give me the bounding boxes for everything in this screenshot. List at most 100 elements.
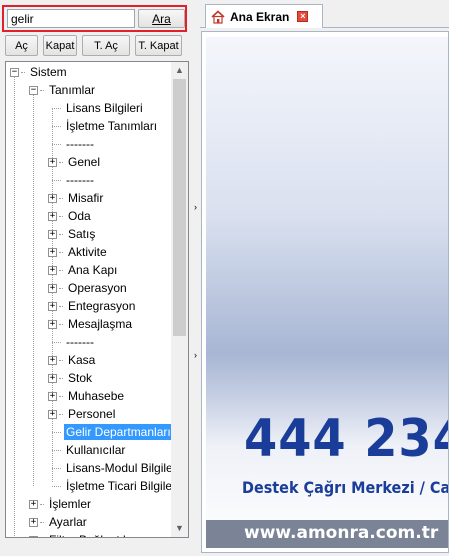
tree-connector bbox=[21, 71, 25, 73]
tree-item-label: ------- bbox=[66, 137, 94, 151]
tree-item-label: Operasyon bbox=[68, 281, 127, 295]
tree-item-label: Satış bbox=[68, 227, 96, 241]
tree-item[interactable]: + Satış bbox=[48, 225, 97, 243]
tree-connector bbox=[59, 161, 63, 163]
tree-item-label: Kasa bbox=[68, 353, 96, 367]
tree-item-label: Personel bbox=[68, 407, 116, 421]
splitter-arrow-icon[interactable]: › bbox=[191, 200, 200, 214]
support-phone: 444 2346 bbox=[244, 409, 448, 469]
expand-icon[interactable]: + bbox=[48, 247, 57, 257]
collapse-icon[interactable]: − bbox=[29, 85, 38, 95]
expand-icon[interactable]: + bbox=[48, 355, 57, 365]
tree-item[interactable]: + Mesajlaşma bbox=[48, 315, 134, 333]
tree-item-label: İşletme Tanımları bbox=[66, 119, 158, 133]
menu-tree[interactable]: − Sistem − Tanımlar Lisans Bilgileri İşletme … bbox=[5, 61, 189, 538]
expand-all-button[interactable]: T. Aç bbox=[82, 35, 130, 56]
tab-label: Ana Ekran bbox=[230, 9, 290, 24]
tree-connector bbox=[52, 467, 61, 469]
tree-item-label: Filtre Bağlantıları bbox=[47, 532, 142, 537]
tree-connector bbox=[59, 287, 63, 289]
tree-item[interactable]: + Genel bbox=[48, 153, 102, 171]
expand-icon[interactable]: + bbox=[48, 157, 57, 167]
tree-item[interactable]: İşletme Tanımları bbox=[48, 117, 159, 135]
tree-item[interactable]: ------- bbox=[48, 135, 96, 153]
tree-scrollbar[interactable]: ▲ ▼ bbox=[171, 62, 188, 537]
tree-connector bbox=[59, 413, 63, 415]
tree-connector bbox=[52, 143, 61, 145]
expand-button[interactable]: Aç bbox=[5, 35, 38, 56]
collapse-all-button[interactable]: T. Kapat bbox=[135, 35, 182, 56]
tree-item[interactable]: ------- bbox=[48, 333, 96, 351]
tree-connector bbox=[52, 485, 61, 487]
tree-item[interactable]: + Aktivite bbox=[48, 243, 109, 261]
tree-item[interactable]: Lisans Bilgileri bbox=[48, 99, 145, 117]
expand-icon[interactable]: + bbox=[48, 265, 57, 275]
tree-item[interactable]: Gelir Departmanları bbox=[48, 423, 171, 441]
tree-item[interactable]: + Muhasebe bbox=[48, 387, 126, 405]
tree-item[interactable]: ------- bbox=[48, 171, 96, 189]
tree-item[interactable]: + Personel bbox=[48, 405, 117, 423]
tab-ana-ekran[interactable]: Ana Ekran × bbox=[205, 4, 323, 28]
support-banner: 444 2346 Destek Çağrı Merkezi / Call Cen… bbox=[206, 37, 448, 548]
expand-icon[interactable]: + bbox=[29, 517, 38, 527]
tree-connector bbox=[52, 179, 61, 181]
tree-item[interactable]: + İşlemler bbox=[29, 495, 93, 513]
splitter-arrow-icon-2[interactable]: › bbox=[191, 348, 200, 362]
tree-item[interactable]: + Operasyon bbox=[48, 279, 129, 297]
tree-item[interactable]: + Ana Kapı bbox=[48, 261, 119, 279]
tree-connector bbox=[52, 107, 61, 109]
tree-item[interactable]: + Kasa bbox=[48, 351, 97, 369]
expand-icon[interactable]: + bbox=[48, 229, 57, 239]
expand-icon[interactable]: + bbox=[48, 301, 57, 311]
tree-item-label: Ayarlar bbox=[49, 515, 87, 529]
panel-splitter[interactable]: › › bbox=[191, 0, 200, 556]
expand-icon[interactable]: + bbox=[48, 283, 57, 293]
expand-icon[interactable]: + bbox=[48, 391, 57, 401]
tree-item[interactable]: + Stok bbox=[48, 369, 94, 387]
expand-icon[interactable]: + bbox=[48, 373, 57, 383]
expand-icon[interactable]: + bbox=[29, 535, 38, 537]
tree-connector bbox=[59, 305, 63, 307]
scroll-thumb[interactable] bbox=[173, 79, 186, 336]
tree-rows: − Sistem − Tanımlar Lisans Bilgileri İşletme … bbox=[6, 62, 171, 537]
tree-item[interactable]: Lisans-Modul Bilgileri bbox=[48, 459, 171, 477]
expand-icon[interactable]: + bbox=[48, 409, 57, 419]
search-bar: Ara bbox=[2, 5, 187, 32]
tree-item[interactable]: − Sistem bbox=[10, 63, 69, 81]
collapse-icon[interactable]: − bbox=[10, 67, 19, 77]
expand-icon[interactable]: + bbox=[48, 193, 57, 203]
support-tagline: Destek Çağrı Merkezi / Call Center bbox=[242, 478, 448, 497]
tree-item[interactable]: + Ayarlar bbox=[29, 513, 89, 531]
scroll-down-icon[interactable]: ▼ bbox=[171, 520, 188, 537]
close-icon[interactable]: × bbox=[297, 11, 309, 22]
expand-icon[interactable]: + bbox=[48, 211, 57, 221]
search-button[interactable]: Ara bbox=[138, 9, 185, 28]
search-input[interactable] bbox=[7, 9, 135, 28]
tree-item[interactable]: Kullanıcılar bbox=[48, 441, 127, 459]
collapse-button[interactable]: Kapat bbox=[43, 35, 77, 56]
home-icon bbox=[211, 9, 225, 24]
tree-connector bbox=[59, 377, 63, 379]
tree-item-label: Entegrasyon bbox=[68, 299, 136, 313]
expand-icon[interactable]: + bbox=[48, 319, 57, 329]
tree-item[interactable]: + Entegrasyon bbox=[48, 297, 137, 315]
tree-connector bbox=[52, 431, 61, 433]
tree-item-label: Muhasebe bbox=[68, 389, 125, 403]
tree-item-label: İşlemler bbox=[49, 497, 92, 511]
tree-item-label: Mesajlaşma bbox=[68, 317, 133, 331]
tree-item-label: İşletme Ticari Bilgileri bbox=[66, 479, 171, 493]
tree-connector bbox=[52, 125, 61, 127]
tree-connector bbox=[52, 341, 61, 343]
tree-item-label: ------- bbox=[66, 173, 94, 187]
tree-item-label: Misafir bbox=[68, 191, 104, 205]
tree-item[interactable]: + Filtre Bağlantıları bbox=[29, 531, 142, 537]
tree-item[interactable]: + Oda bbox=[48, 207, 93, 225]
scroll-up-icon[interactable]: ▲ bbox=[171, 62, 188, 79]
tree-item[interactable]: İşletme Ticari Bilgileri bbox=[48, 477, 171, 495]
website-url: www.amonra.com.tr bbox=[244, 523, 439, 543]
expand-icon[interactable]: + bbox=[29, 499, 38, 509]
tree-item[interactable]: + Misafir bbox=[48, 189, 105, 207]
tree-connector bbox=[40, 521, 44, 523]
tree-item[interactable]: − Tanımlar bbox=[29, 81, 97, 99]
tree-connector bbox=[59, 233, 63, 235]
